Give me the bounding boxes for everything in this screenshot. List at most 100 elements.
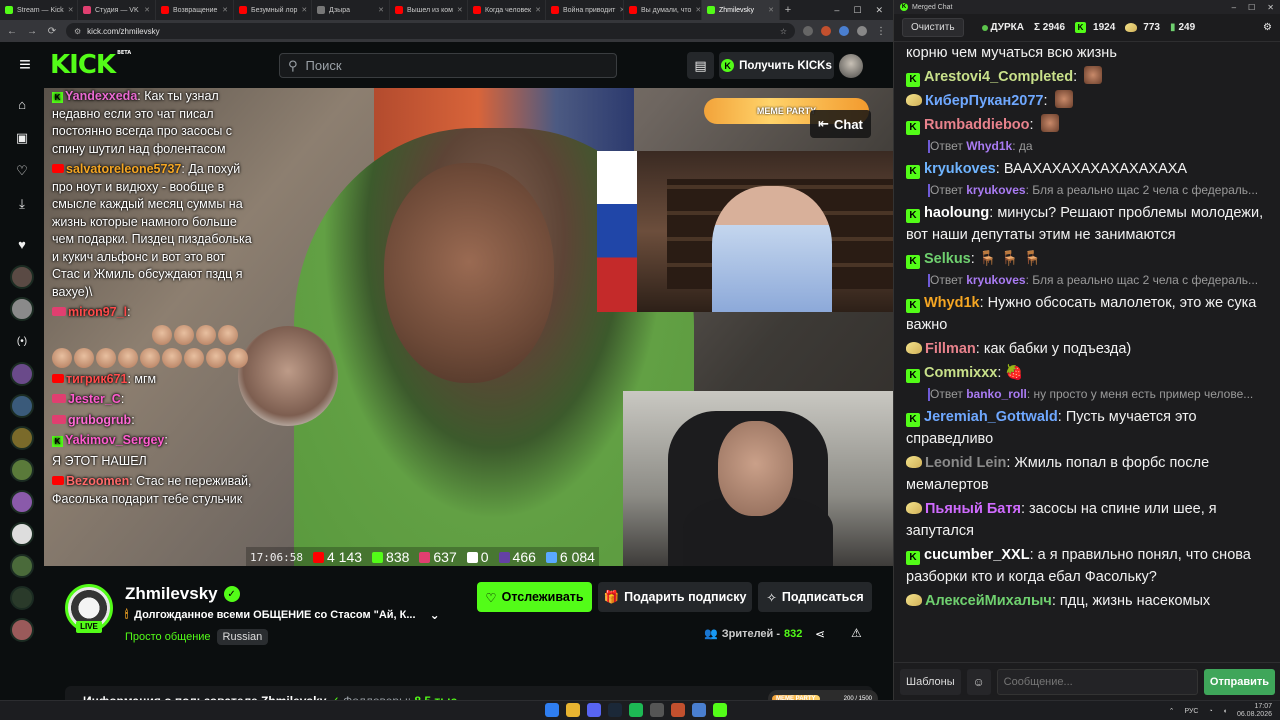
open-chat-button[interactable]: ⇤ Chat [810,110,871,138]
maximize-icon[interactable]: ☐ [1248,3,1255,12]
spotify-icon[interactable] [629,703,643,717]
get-kicks-button[interactable]: K Получить KICKs [719,52,834,79]
tab-close-icon[interactable]: ✕ [695,6,701,14]
extension-icon[interactable] [803,26,813,36]
browser-tab[interactable]: Zhmilevsky ✕ [702,0,780,20]
video-player[interactable]: K Yandexxeda: Как ты узнал недавно если э… [44,88,893,566]
chat-username[interactable]: Commixxx [924,365,997,381]
heart-icon[interactable]: ♥ [0,228,44,261]
chat-username[interactable]: cucumber_XXL [924,547,1030,563]
chat-username[interactable]: Whyd1k [924,295,980,311]
recommended-channel-avatar[interactable] [10,586,34,610]
chat-username[interactable]: АлексейМихалыч [925,593,1052,609]
subscribe-button[interactable]: ✧ Подписаться [758,582,872,612]
clock[interactable]: 17:07 06.08.2026 [1237,703,1272,719]
recommended-channel-avatar[interactable] [10,618,34,642]
app-icon[interactable] [671,703,685,717]
tray-chevron-icon[interactable]: ⌃ [1169,707,1175,715]
report-icon[interactable]: ⚠ [851,626,862,640]
download-icon[interactable]: ⤓ [0,187,44,220]
followed-channel-avatar[interactable] [10,297,34,321]
inbox-button[interactable]: ▤ [687,52,714,79]
recommended-channel-avatar[interactable] [10,362,34,386]
close-icon[interactable]: ✕ [875,5,883,16]
clear-button[interactable]: Очистить [902,18,964,37]
chat-username[interactable]: Selkus [924,251,971,267]
chat-username[interactable]: Arestovi4_Completed [924,69,1073,85]
chat-username[interactable]: Fillman [925,341,976,357]
user-avatar[interactable] [839,54,863,78]
chat-reply-reference[interactable]: Ответ banko_roll: ну просто у меня есть … [906,384,1271,404]
browser-tab[interactable]: Когда человек ✕ [468,0,546,20]
chat-username[interactable]: Leonid Lein [925,455,1006,471]
send-button[interactable]: Отправить [1203,668,1275,695]
chat-username[interactable]: КиберПукан2077 [925,93,1043,109]
chat-reply-reference[interactable]: Ответ kryukoves: Бля а реально щас 2 чел… [906,270,1271,290]
app-icon[interactable] [713,703,727,717]
maximize-icon[interactable]: ☐ [853,5,861,16]
tab-close-icon[interactable]: ✕ [68,6,74,14]
browser-tab[interactable]: Война приводит✕ [546,0,624,20]
minimize-icon[interactable]: – [834,5,839,16]
tab-close-icon[interactable]: ✕ [301,6,307,14]
recommended-channel-avatar[interactable] [10,458,34,482]
category-link[interactable]: Просто общение [125,631,211,643]
close-icon[interactable]: ✕ [1267,3,1274,12]
following-icon[interactable]: ♡ [0,154,44,187]
start-icon[interactable] [545,703,559,717]
steam-icon[interactable] [608,703,622,717]
expand-chevron-icon[interactable]: ⌄ [430,608,440,622]
browser-tab[interactable]: Возвращение ✕ [156,0,234,20]
forward-icon[interactable]: → [26,26,38,37]
chat-username[interactable]: Пьяный Батя [925,501,1021,517]
chat-username[interactable]: Rumbaddieboo [924,117,1030,133]
browser-tab[interactable]: Вышел из ком ✕ [390,0,468,20]
volume-icon[interactable]: ◖ [1223,708,1227,715]
chat-username[interactable]: Jeremiah_Gottwald [924,409,1058,425]
settings-gear-icon[interactable]: ⚙ [1263,22,1272,33]
chat-reply-reference[interactable]: Ответ Whyd1k: да [906,136,1271,156]
profile-icon[interactable] [857,26,867,36]
templates-button[interactable]: Шаблоны [900,668,961,695]
recommended-channel-avatar[interactable] [10,394,34,418]
extension-icon[interactable] [839,26,849,36]
tab-close-icon[interactable]: ✕ [768,6,774,14]
discord-icon[interactable] [587,703,601,717]
network-icon[interactable]: ◔ [1208,708,1212,715]
browser-tab[interactable]: Студия — VK ✕ [78,0,156,20]
message-input[interactable] [996,668,1198,695]
menu-icon[interactable]: ⋮ [875,26,887,37]
browser-tab[interactable]: Stream — Kick ✕ [0,0,78,20]
extension-icon[interactable] [821,26,831,36]
hamburger-menu-icon[interactable]: ≡ [0,54,50,77]
recommended-channel-avatar[interactable] [10,522,34,546]
recommended-channel-avatar[interactable] [10,426,34,450]
followed-channel-avatar[interactable] [10,265,34,289]
recommended-channel-avatar[interactable] [10,554,34,578]
share-icon[interactable]: ⋖ [815,627,825,641]
search-input[interactable]: ⚲ Поиск [279,53,617,78]
channel-name[interactable]: Zhmilevsky [125,584,218,604]
app-icon[interactable] [692,703,706,717]
language-tag[interactable]: Russian [216,629,269,645]
kick-logo[interactable]: KICK BETA [50,50,131,80]
chat-username[interactable]: kryukoves [924,161,996,177]
chat-reply-reference[interactable]: Ответ kryukoves: Бля а реально щас 2 чел… [906,180,1271,200]
new-tab-icon[interactable]: + [780,4,796,16]
recommended-channel-avatar[interactable] [10,490,34,514]
back-icon[interactable]: ← [6,26,18,37]
site-info-icon[interactable]: ⚙ [74,27,81,36]
chrome-icon[interactable] [566,703,580,717]
browse-icon[interactable]: ▣ [0,121,44,154]
url-field[interactable]: ⚙ kick.com/zhmilevsky ☆ [66,23,795,39]
language-indicator[interactable]: РУС [1184,708,1198,715]
tab-close-icon[interactable]: ✕ [457,6,463,14]
gift-sub-button[interactable]: 🎁 Подарить подписку [598,582,752,612]
app-icon[interactable] [650,703,664,717]
browser-tab[interactable]: Дзыра ✕ [312,0,390,20]
minimize-icon[interactable]: – [1232,3,1236,12]
home-icon[interactable]: ⌂ [0,88,44,121]
browser-tab[interactable]: Вы думали, что ✕ [624,0,702,20]
emoji-icon[interactable]: ☺ [966,668,991,695]
chat-username[interactable]: haoloung [924,205,989,221]
